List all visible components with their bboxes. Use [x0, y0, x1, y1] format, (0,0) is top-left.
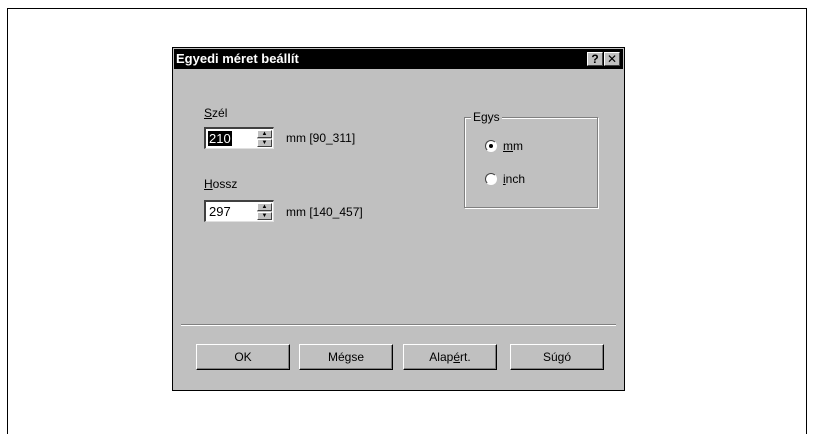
width-increment-button[interactable]: ▲	[257, 130, 272, 138]
width-field[interactable]: 210 ▲ ▼	[204, 127, 274, 149]
dialog-titlebar: Egyedi méret beállít ? ✕	[174, 49, 623, 69]
defaults-button[interactable]: Alapért.	[403, 344, 497, 370]
length-label: Hossz	[204, 177, 238, 191]
unit-radio-inch-label: inch	[503, 172, 526, 186]
help-title-button[interactable]: ?	[587, 52, 603, 66]
arrow-down-icon: ▼	[261, 140, 268, 146]
length-field[interactable]: 297 ▲ ▼	[204, 200, 274, 222]
arrow-up-icon: ▲	[261, 131, 268, 137]
length-value[interactable]: 297	[208, 204, 232, 219]
radio-circle-icon	[485, 140, 497, 152]
units-group-label: Egys	[471, 110, 502, 124]
width-range: mm [90_311]	[286, 131, 356, 145]
length-decrement-button[interactable]: ▼	[257, 212, 272, 220]
dialog-title: Egyedi méret beállít	[176, 51, 299, 66]
help-button[interactable]: Súgó	[510, 344, 604, 370]
length-range: mm [140_457]	[286, 205, 363, 219]
arrow-up-icon: ▲	[261, 204, 268, 210]
unit-radio-mm-label: mm	[503, 139, 523, 153]
close-icon: ✕	[606, 52, 618, 66]
arrow-down-icon: ▼	[261, 213, 268, 219]
width-decrement-button[interactable]: ▼	[257, 139, 272, 147]
length-spinner[interactable]: ▲ ▼	[257, 203, 272, 220]
custom-size-dialog: Egyedi méret beállít ? ✕ Szél 210 ▲ ▼ mm…	[172, 47, 625, 391]
width-value[interactable]: 210	[207, 130, 233, 147]
radio-circle-icon	[485, 173, 497, 185]
radio-selected-dot	[489, 144, 493, 148]
width-spinner[interactable]: ▲ ▼	[257, 130, 272, 147]
cancel-button[interactable]: Mégse	[299, 344, 393, 370]
close-button[interactable]: ✕	[604, 52, 620, 66]
ok-button[interactable]: OK	[196, 344, 290, 370]
units-groupbox: Egys mm inch	[464, 110, 598, 208]
length-increment-button[interactable]: ▲	[257, 203, 272, 211]
width-label: Szél	[204, 106, 228, 120]
question-icon: ?	[591, 52, 599, 66]
button-separator	[181, 324, 616, 326]
